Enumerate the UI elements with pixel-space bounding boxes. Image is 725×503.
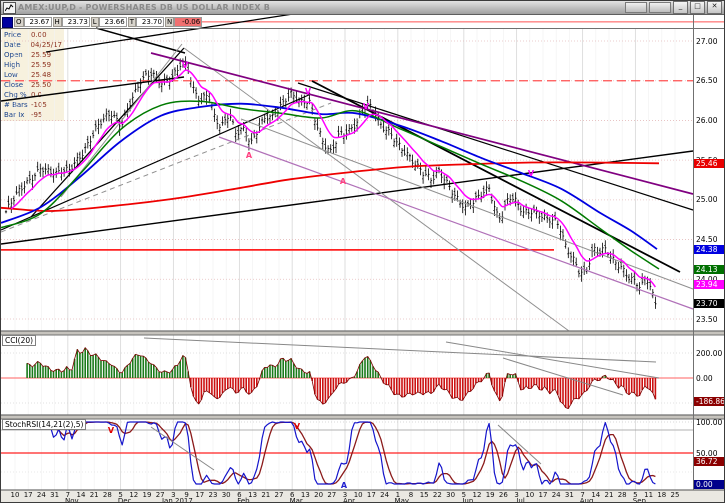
inspector-row-label: Date [4,40,31,50]
price-axis-label: 24.50 [696,235,725,244]
price-badge: 23.94 [694,280,725,289]
inspector-row-value: 0.0 [31,90,42,100]
price-badge: 24.38 [694,245,725,254]
price-axis-label: 27.00 [696,37,725,46]
window-title: AMEX:UUP,D - POWERSHARES DB US DOLLAR IN… [18,3,623,12]
inspector-row-value: 25.59 [31,60,51,70]
date-axis-strip [1,490,724,503]
quote-field-N: N-0.06 [165,17,202,27]
pivot-marker-V: V [528,169,535,178]
quote-field-value: 23.70 [136,17,164,27]
quote-field-H: H23.73 [53,17,90,27]
cci-axis-label: 200.00 [696,349,725,358]
pivot-marker-V: V [363,102,370,111]
toolbar-button-1[interactable] [625,2,647,13]
quote-field-value: 23.73 [62,17,90,27]
quote-field-label: N [165,17,174,27]
pivot-marker-V: V [294,422,301,431]
inspector-row-label: High [4,60,31,70]
inspector-row-label: Close [4,80,31,90]
toolbar-button-2[interactable] [649,2,671,13]
pivot-marker-A: A [340,177,347,186]
quote-field-T: T23.70 [128,17,164,27]
title-bar: AMEX:UUP,D - POWERSHARES DB US DOLLAR IN… [1,1,724,15]
quote-field-label: T [128,17,136,27]
inspector-row: Date04/25/17 [2,40,64,50]
inspector-row-label: Chg % [4,90,31,100]
close-button[interactable]: ✕ [707,1,722,14]
price-badge: 23.70 [694,299,725,308]
inspector-row-value: 0.00 [31,30,47,40]
price-axis-label: 24.00 [696,275,725,284]
inspector-row-value: 25.59 [31,50,51,60]
pivot-marker-A: A [246,151,253,160]
quote-field-value: 23.67 [24,17,52,27]
quote-field-value: 23.66 [99,17,127,27]
stoch-value-badge: 0.00 [694,480,725,489]
inspector-row-value: -95 [31,110,42,120]
stoch-axis-label: 100.00 [696,418,725,427]
quote-field-label: L [91,17,99,27]
price-axis-label: 23.50 [696,315,725,324]
inspector-row-value: 04/25/17 [31,40,62,50]
inspector-row: Bar Ix-95 [2,110,64,120]
inspector-row: Close25.50 [2,80,64,90]
inspector-row-label: Low [4,70,31,80]
cci-value-badge: -186.86 [694,397,725,406]
pivot-marker-V: V [182,61,189,70]
chart-window: AMEX:UUP,D - POWERSHARES DB US DOLLAR IN… [0,0,725,503]
inspector-row: Open25.59 [2,50,64,60]
quote-bar: O23.67H23.73L23.66T23.70N-0.06 [2,16,202,28]
inspector-row: Low25.48 [2,70,64,80]
quote-field-O: O23.67 [14,17,52,27]
inspector-row-value: 25.50 [31,80,51,90]
pivot-marker-V: V [108,426,115,435]
pivot-marker-A: A [341,481,348,490]
price-axis-label: 26.00 [696,116,725,125]
minimize-button[interactable]: _ [673,1,688,14]
price-badge: 25.46 [694,159,725,168]
price-axis-label: 25.50 [696,156,725,165]
cci-axis-label: 0.00 [696,374,725,383]
stoch-value-badge: 36.72 [694,457,725,466]
inspector-row: # Bars-105 [2,100,64,110]
price-axis-label: 26.50 [696,76,725,85]
data-inspector-panel: Price0.00Date04/25/17Open25.59High25.59L… [2,29,64,121]
inspector-row-label: Open [4,50,31,60]
symbol-color-swatch[interactable] [2,17,13,28]
chart-svg: V V V V A A V V A [1,1,725,503]
inspector-row-label: Bar Ix [4,110,31,120]
app-icon [3,2,16,14]
chart-overlays: CCI(20) StochRSI(14,21(2),5) 27.00 26.50 2… [1,1,724,502]
inspector-row: High25.59 [2,60,64,70]
quote-field-L: L23.66 [91,17,127,27]
stoch-axis-label: 50.00 [696,449,725,458]
maximize-button[interactable]: □ [690,1,705,14]
price-axis-label: 25.00 [696,195,725,204]
inspector-row-label: # Bars [4,100,31,110]
inspector-row: Chg %0.0 [2,90,64,100]
stoch-panel-label: StochRSI(14,21(2),5) [2,419,86,430]
inspector-row-value: 25.48 [31,70,51,80]
quote-field-label: H [53,17,62,27]
quote-field-value: -0.06 [174,17,202,27]
price-badge: 24.13 [694,265,725,274]
quote-field-label: O [14,17,24,27]
inspector-row-value: -105 [31,100,47,110]
cci-panel-label: CCI(20) [2,335,36,346]
pivot-marker-V: V [305,87,312,96]
inspector-row-label: Price [4,30,31,40]
inspector-row: Price0.00 [2,30,64,40]
